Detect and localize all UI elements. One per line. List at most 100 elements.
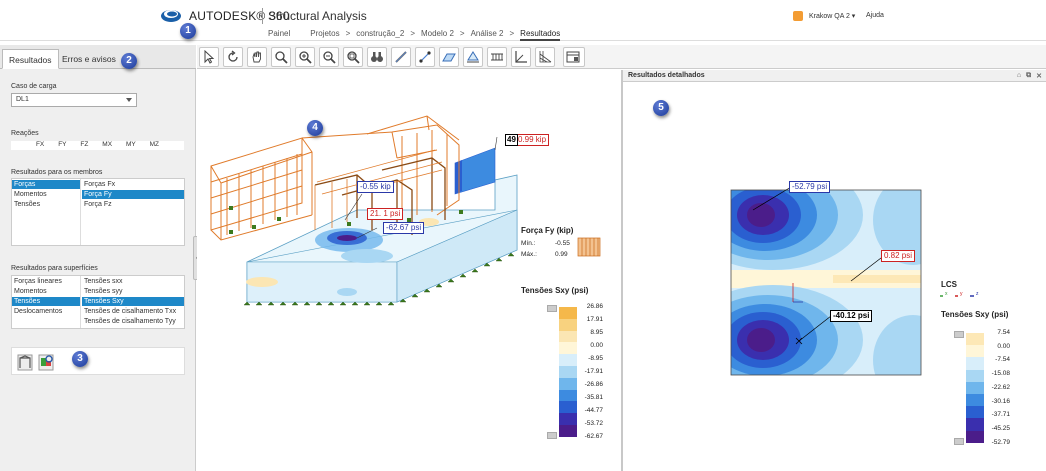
breadcrumb-project[interactable]: construção_2 [356, 29, 404, 41]
legend-band [559, 354, 577, 366]
breadcrumb-model[interactable]: Modelo 2 [421, 29, 454, 41]
settings-button[interactable] [563, 47, 585, 67]
legend-value: -7.54 [995, 356, 1010, 364]
surface-category-stresses[interactable]: Tensões [12, 297, 80, 306]
reaction-fy[interactable]: FY [58, 141, 66, 150]
breadcrumb-sep: > [509, 29, 515, 38]
tab-errors-warnings[interactable]: Erros e avisos [56, 49, 122, 69]
member-category-moments[interactable]: Momentos [12, 190, 80, 199]
surface-category-displacements[interactable]: Deslocamentos [12, 307, 80, 316]
rotate-icon [228, 50, 238, 62]
legend-band [966, 381, 984, 394]
legend-value: -62.67 [584, 432, 603, 440]
callout-stress-min: -62.67 psi [383, 222, 425, 234]
select-button[interactable] [199, 47, 219, 67]
legend-band [559, 413, 577, 425]
grid-button[interactable] [535, 47, 555, 67]
stress-legend-title: Tensões Sxy (psi) [521, 286, 589, 295]
legend-band [966, 345, 984, 358]
load-case-value: DL1 [16, 96, 29, 103]
force-legend-title: Força Fy (kip) [521, 226, 574, 235]
surface-item-txx[interactable]: Tensões de cisalhamento Txx [82, 307, 184, 316]
legend-value: 0.00 [590, 341, 603, 349]
reaction-my[interactable]: MY [126, 141, 136, 150]
member-item-fx[interactable]: Forças Fx [82, 180, 184, 189]
support-button[interactable] [463, 47, 483, 67]
zoom-out-icon [323, 51, 336, 64]
legend-value: -22.62 [991, 383, 1010, 391]
chevron-down-icon [126, 98, 132, 102]
breadcrumb-results[interactable]: Resultados [520, 29, 561, 41]
settings-icon [566, 51, 580, 63]
legend-value: -52.79 [991, 438, 1010, 446]
breadcrumb-sep: > [459, 29, 465, 38]
legend-band [559, 342, 577, 355]
marker-2: 2 [121, 53, 137, 69]
axis-button[interactable] [511, 47, 531, 67]
legend-band [966, 333, 984, 346]
zoom-fit-button[interactable] [343, 47, 363, 67]
surface-category-moments[interactable]: Momentos [12, 287, 80, 296]
surface-item-sxy[interactable]: Tensões Sxy [82, 297, 184, 306]
reaction-mx[interactable]: MX [102, 141, 112, 150]
breadcrumb-analysis[interactable]: Análise 2 [471, 29, 504, 41]
callout-detail-min: -52.79 psi [789, 181, 831, 193]
marker-3: 3 [72, 351, 88, 367]
breadcrumb-painel[interactable]: Painel [268, 29, 290, 41]
reaction-mz[interactable]: MZ [150, 141, 159, 150]
surface-button[interactable] [439, 47, 459, 67]
member-results-list: Forças Momentos Tensões Forças Fx Força … [11, 178, 185, 246]
force-min-label: Mín.: [521, 240, 536, 247]
rotate-button[interactable] [223, 47, 243, 67]
load-button[interactable] [487, 47, 507, 67]
surface-results-label: Resultados para superfícies [11, 265, 98, 272]
force-max-label: Máx.: [521, 251, 537, 258]
legend-slider-top[interactable] [547, 305, 557, 312]
legend-band [559, 307, 577, 319]
node-button[interactable] [415, 47, 435, 67]
binoculars-icon [371, 52, 383, 62]
lcs-axis-x: x [945, 291, 948, 297]
legend-slider-bottom[interactable] [547, 431, 557, 439]
report-icon[interactable] [38, 353, 54, 371]
member-category-stresses[interactable]: Tensões [12, 200, 80, 209]
legend-value: 0.00 [997, 342, 1010, 350]
reaction-fz[interactable]: FZ [80, 141, 88, 150]
surface-item-sxx[interactable]: Tensões sxx [82, 277, 184, 286]
frame-icon[interactable] [17, 353, 33, 371]
legend-slider-top[interactable] [954, 331, 964, 338]
surface-item-tyy[interactable]: Tensões de cisalhamento Tyy [82, 317, 184, 326]
reactions-label: Reações [11, 130, 39, 137]
load-case-select[interactable]: DL1 [11, 93, 137, 107]
zoom-in-button[interactable] [295, 47, 315, 67]
surface-item-syy[interactable]: Tensões syy [82, 287, 184, 296]
zoom-out-button[interactable] [319, 47, 339, 67]
legend-value: -30.16 [991, 397, 1010, 405]
legend-value: -8.95 [588, 354, 603, 362]
member-button[interactable] [391, 47, 411, 67]
help-link[interactable]: Ajuda [866, 12, 884, 19]
product-name: Structural Analysis [268, 9, 367, 23]
find-button[interactable] [367, 47, 387, 67]
zoom-button[interactable] [271, 47, 291, 67]
member-item-fz[interactable]: Força Fz [82, 200, 184, 209]
callout-node-id: 49 [505, 134, 518, 146]
model-view[interactable]: 4 -0.55 kip 0.99 kip 49 21. 1 psi -62.67… [197, 70, 621, 471]
breadcrumb-sep: > [345, 29, 351, 38]
legend-band [966, 369, 984, 382]
surface-category-line-forces[interactable]: Forças lineares [12, 277, 80, 286]
member-category-forces[interactable]: Forças [12, 180, 80, 189]
force-min-value: -0.55 [555, 240, 570, 247]
breadcrumb-projetos[interactable]: Projetos [310, 29, 339, 41]
callout-force-min: -0.55 kip [357, 181, 394, 193]
user-menu[interactable]: Krakow QA 2 ▾ [809, 12, 855, 20]
tab-results[interactable]: Resultados [2, 49, 59, 69]
member-icon [395, 51, 407, 63]
callout-detail-point: -40.12 psi [830, 310, 873, 322]
rss-icon[interactable] [793, 11, 803, 21]
member-item-fy[interactable]: Força Fy [82, 190, 184, 199]
detailed-results-view[interactable]: Resultados detalhados ⌂ ⧉ ✕ 5 -52.79 psi… [623, 70, 1046, 471]
reaction-fx[interactable]: FX [36, 141, 44, 150]
legend-slider-bottom[interactable] [954, 437, 964, 445]
pan-button[interactable] [247, 47, 267, 67]
